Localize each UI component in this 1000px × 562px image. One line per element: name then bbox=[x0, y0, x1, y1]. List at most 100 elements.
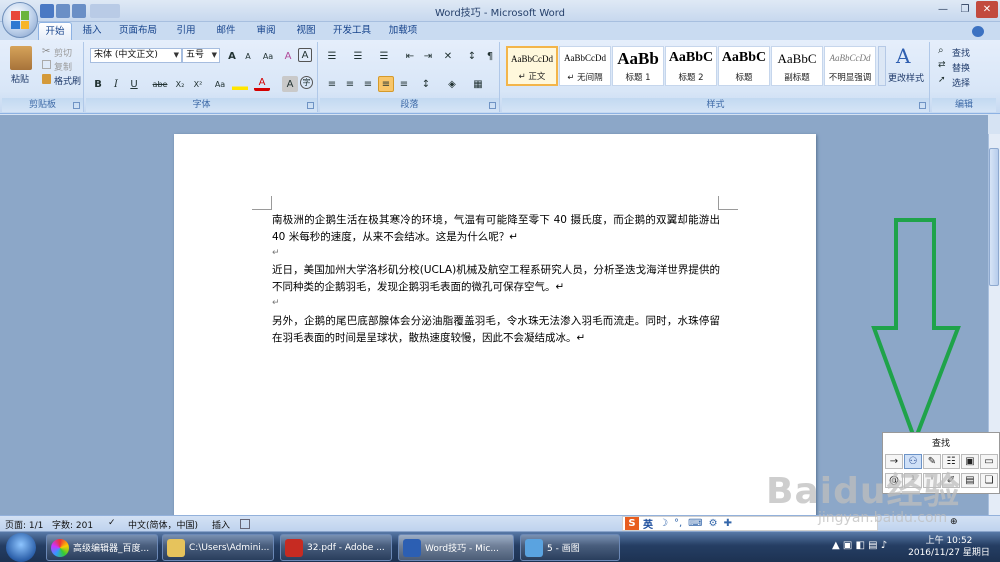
endnote-icon[interactable]: ⁱ bbox=[923, 473, 941, 488]
tray-icons[interactable]: ▲ ▣ ◧ ▤ ♪ bbox=[832, 540, 887, 551]
sogou-s-icon[interactable]: S bbox=[625, 517, 639, 530]
numbering-icon[interactable]: ☰ bbox=[350, 48, 366, 64]
bold-button[interactable]: B bbox=[90, 76, 106, 92]
borders-icon[interactable]: ▦ bbox=[470, 76, 486, 92]
justify-icon[interactable]: ≡ bbox=[378, 76, 394, 92]
office-button[interactable] bbox=[2, 2, 38, 38]
paragraph-2[interactable]: 近日，美国加州大学洛杉矶分校(UCLA)机械及航空工程系研究人员，分析圣迭戈海洋… bbox=[272, 262, 720, 296]
style-subtitle[interactable]: AaBbC 副标题 bbox=[771, 46, 823, 86]
font-size-combo[interactable]: 五号 ▼ bbox=[182, 48, 220, 63]
shading-icon[interactable]: ◈ bbox=[444, 76, 460, 92]
tab-addins[interactable]: 加载项 bbox=[380, 22, 426, 40]
strikethrough-button[interactable]: abe bbox=[150, 76, 170, 92]
tools-icon[interactable]: ✚ bbox=[724, 518, 732, 529]
language-status[interactable]: 中文(简体，中国) bbox=[128, 518, 198, 531]
image-icon[interactable]: ▣ bbox=[961, 454, 979, 469]
ime-lang-toggle[interactable]: 英 bbox=[643, 516, 653, 531]
close-button[interactable]: ✕ bbox=[976, 1, 998, 18]
minimize-button[interactable]: — bbox=[932, 1, 954, 18]
moon-icon[interactable]: ☽ bbox=[659, 518, 668, 529]
clipboard-launcher-icon[interactable] bbox=[73, 102, 80, 109]
help-icon[interactable] bbox=[972, 26, 984, 37]
show-marks-icon[interactable]: ¶ bbox=[482, 48, 498, 64]
footnote-icon[interactable]: ¹ bbox=[904, 473, 922, 488]
style-subtle-emphasis[interactable]: AaBbCcDd 不明显强调 bbox=[824, 46, 876, 86]
superscript-button[interactable]: X² bbox=[190, 76, 206, 92]
frame-icon[interactable]: ▭ bbox=[980, 454, 998, 469]
styles-launcher-icon[interactable] bbox=[919, 102, 926, 109]
change-case-small-button[interactable]: Aa bbox=[212, 76, 228, 92]
shrink-font-button[interactable]: A bbox=[240, 48, 256, 64]
italic-button[interactable]: I bbox=[108, 76, 124, 92]
taskbar-item[interactable]: 32.pdf - Adobe ... bbox=[280, 534, 392, 561]
styles-scroll-icon[interactable] bbox=[878, 46, 886, 86]
distributed-icon[interactable]: ≡ bbox=[396, 76, 412, 92]
font-name-combo[interactable]: 宋体 (中文正文) ▼ bbox=[90, 48, 182, 63]
change-styles-button[interactable]: 更改样式 bbox=[888, 71, 924, 84]
paragraph-1[interactable]: 南极洲的企鹅生活在极其寒冷的环境，气温有可能降至零下 40 摄氏度，而企鹅的双翼… bbox=[272, 212, 720, 246]
chinese-layout-icon[interactable]: ✕ bbox=[440, 48, 456, 64]
tab-review[interactable]: 审阅 bbox=[248, 22, 284, 40]
taskbar-item[interactable]: 5 - 画图 bbox=[520, 534, 620, 561]
paste-icon[interactable] bbox=[10, 46, 32, 70]
style-normal[interactable]: AaBbCcDd ↵ 正文 bbox=[506, 46, 558, 86]
scrollbar-thumb[interactable] bbox=[989, 148, 999, 286]
tab-references[interactable]: 引用 bbox=[168, 22, 204, 40]
ime-toolbar[interactable]: S 英 ☽ °, ⌨ ⚙ ✚ bbox=[622, 516, 878, 531]
line-spacing-icon[interactable]: ↕ bbox=[418, 76, 434, 92]
insert-mode[interactable]: 插入 bbox=[212, 518, 230, 531]
tab-mailings[interactable]: 邮件 bbox=[208, 22, 244, 40]
tab-developer[interactable]: 开发工具 bbox=[328, 22, 376, 40]
maximize-button[interactable]: ❐ bbox=[954, 1, 976, 18]
change-styles-icon[interactable]: A bbox=[896, 44, 918, 68]
page-count[interactable]: 页面: 1/1 bbox=[5, 518, 43, 531]
char-border-button[interactable]: A bbox=[298, 48, 312, 62]
style-title[interactable]: AaBbC 标题 bbox=[718, 46, 770, 86]
clear-format-button[interactable]: A bbox=[280, 48, 296, 64]
font-launcher-icon[interactable] bbox=[307, 102, 314, 109]
grow-font-button[interactable]: A bbox=[224, 48, 240, 64]
find-button[interactable]: 查找 bbox=[952, 46, 970, 59]
style-heading1[interactable]: AaBb 标题 1 bbox=[612, 46, 664, 86]
skin-icon[interactable]: ⚙ bbox=[709, 518, 718, 529]
proofing-icon[interactable]: ✓ bbox=[108, 518, 116, 528]
ruler-toggle-icon[interactable] bbox=[988, 114, 1000, 134]
clock[interactable]: 上午 10:52 2016/11/27 星期日 bbox=[906, 535, 992, 559]
copy-button[interactable]: 复制 bbox=[54, 60, 72, 73]
paragraph-launcher-icon[interactable] bbox=[489, 102, 496, 109]
style-heading2[interactable]: AaBbC 标题 2 bbox=[665, 46, 717, 86]
change-case-button[interactable]: Aa bbox=[260, 48, 276, 64]
underline-button[interactable]: U bbox=[126, 76, 142, 92]
enclose-char-icon[interactable]: 字 bbox=[300, 76, 313, 89]
goto-icon[interactable]: → bbox=[885, 454, 903, 469]
align-center-icon[interactable]: ≡ bbox=[342, 76, 358, 92]
start-button[interactable] bbox=[6, 533, 36, 562]
taskbar-item[interactable]: Word技巧 - Mic... bbox=[398, 534, 514, 561]
tab-insert[interactable]: 插入 bbox=[76, 22, 108, 40]
sort-icon[interactable]: ↕ bbox=[464, 48, 480, 64]
macro-icon[interactable] bbox=[240, 519, 250, 529]
comment-icon[interactable]: ▤ bbox=[961, 473, 979, 488]
taskbar-item[interactable]: C:\Users\Admini... bbox=[162, 534, 274, 561]
cut-button[interactable]: 剪切 bbox=[54, 46, 72, 59]
page-icon[interactable]: ❏ bbox=[980, 473, 998, 488]
format-painter-button[interactable]: 格式刷 bbox=[54, 74, 81, 87]
font-color-button[interactable]: A bbox=[254, 76, 270, 91]
tab-page-layout[interactable]: 页面布局 bbox=[112, 22, 164, 40]
char-shade-button[interactable]: A bbox=[282, 76, 298, 92]
edit-icon[interactable]: ✐ bbox=[942, 473, 960, 488]
pen-icon[interactable]: ✎ bbox=[923, 454, 941, 469]
tab-view[interactable]: 视图 bbox=[288, 22, 324, 40]
highlight-icon[interactable] bbox=[232, 78, 248, 90]
zoom-in-icon[interactable]: ⊕ bbox=[950, 517, 958, 527]
align-left-icon[interactable]: ≡ bbox=[324, 76, 340, 92]
word-count[interactable]: 字数: 201 bbox=[52, 518, 93, 531]
paste-button[interactable]: 粘贴 bbox=[11, 72, 29, 85]
replace-button[interactable]: 替换 bbox=[952, 61, 970, 74]
tab-home[interactable]: 开始 bbox=[38, 22, 72, 40]
taskbar-item[interactable]: 高级编辑器_百度... bbox=[46, 534, 158, 561]
increase-indent-icon[interactable]: ⇥ bbox=[420, 48, 436, 64]
align-right-icon[interactable]: ≡ bbox=[360, 76, 376, 92]
decrease-indent-icon[interactable]: ⇤ bbox=[402, 48, 418, 64]
keyboard-icon[interactable]: ⌨ bbox=[688, 518, 702, 529]
